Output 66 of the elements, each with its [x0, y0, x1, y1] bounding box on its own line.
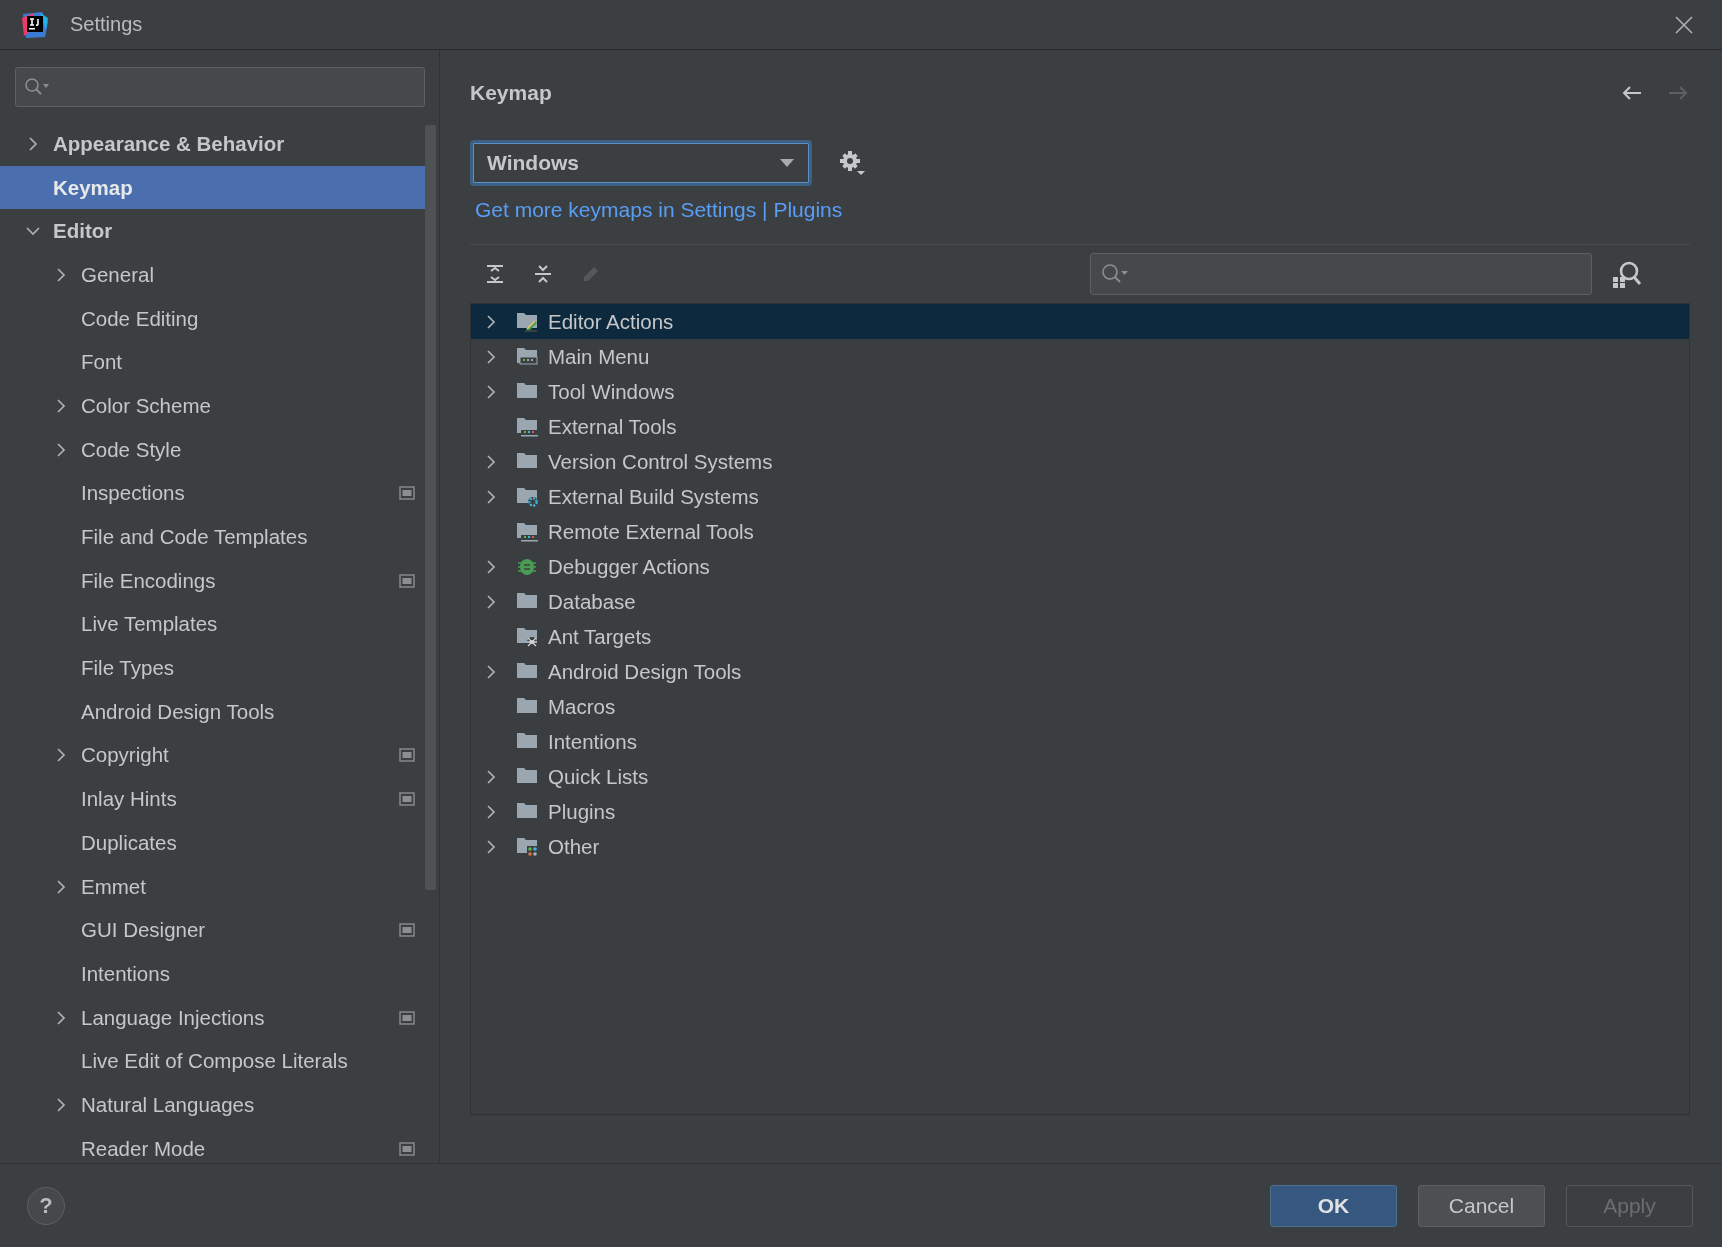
- close-icon[interactable]: [1674, 14, 1694, 35]
- keymap-dropdown[interactable]: Windows: [470, 140, 812, 186]
- dropdown-caret-icon: [779, 158, 795, 168]
- sidebar-item[interactable]: GUI Designer: [0, 908, 425, 953]
- sidebar-item[interactable]: Color Scheme: [0, 384, 425, 428]
- folder-toolbar-icon: [516, 520, 539, 543]
- sidebar-item[interactable]: Code Editing: [0, 296, 425, 341]
- tree-item[interactable]: Database: [471, 584, 1689, 619]
- tree-item[interactable]: Plugins: [471, 794, 1689, 829]
- tree-item[interactable]: External Build Systems: [471, 479, 1689, 514]
- sidebar-item[interactable]: Android Design Tools: [0, 689, 425, 734]
- dialog-button[interactable]: Cancel: [1418, 1184, 1545, 1227]
- folder-spider-icon: [516, 625, 539, 648]
- sidebar-item[interactable]: Inspections: [0, 471, 425, 516]
- tree-item[interactable]: External Tools: [471, 409, 1689, 444]
- sidebar-item[interactable]: Natural Languages: [0, 1083, 425, 1127]
- tree-item[interactable]: Main Menu: [471, 339, 1689, 374]
- collapse-all-icon[interactable]: [532, 263, 554, 285]
- sidebar-item[interactable]: Appearance & Behavior: [0, 122, 425, 166]
- scrollbar[interactable]: [425, 125, 436, 890]
- sidebar-item[interactable]: File Types: [0, 646, 425, 690]
- window-title: Settings: [70, 13, 143, 36]
- sidebar-item[interactable]: Code Style: [0, 427, 425, 472]
- sidebar-item[interactable]: Duplicates: [0, 821, 425, 865]
- page-title: Keymap: [470, 81, 552, 105]
- tree-item[interactable]: Tool Windows: [471, 374, 1689, 409]
- tree-item[interactable]: Other: [471, 829, 1689, 864]
- sidebar-item[interactable]: Live Templates: [0, 602, 425, 647]
- sidebar-item[interactable]: Editor: [0, 209, 425, 254]
- tree-item[interactable]: Android Design Tools: [471, 654, 1689, 689]
- folder-gear-icon: [516, 485, 539, 508]
- search-icon: [24, 77, 50, 97]
- ok-button[interactable]: OK: [1270, 1184, 1397, 1227]
- sidebar-item[interactable]: Font: [0, 340, 425, 385]
- sidebar-item[interactable]: General: [0, 253, 425, 297]
- sidebar-item[interactable]: File Encodings: [0, 558, 425, 603]
- settings-icon[interactable]: [838, 149, 866, 177]
- expand-all-icon[interactable]: [484, 263, 506, 285]
- folder-dots-icon: [516, 835, 539, 858]
- sidebar-item[interactable]: Intentions: [0, 952, 425, 996]
- sidebar-item[interactable]: Language Injections: [0, 995, 425, 1040]
- help-button[interactable]: ?: [27, 1186, 65, 1225]
- sidebar-item[interactable]: Inlay Hints: [0, 777, 425, 821]
- app-logo-icon: [20, 9, 50, 40]
- folder-toolbar-icon: [516, 415, 539, 438]
- sidebar-item[interactable]: Emmet: [0, 864, 425, 909]
- sidebar-item[interactable]: File and Code Templates: [0, 515, 425, 559]
- sidebar-item[interactable]: Live Edit of Compose Literals: [0, 1039, 425, 1084]
- tree-item[interactable]: Quick Lists: [471, 759, 1689, 794]
- sidebar-item[interactable]: Reader Mode: [0, 1126, 425, 1163]
- search-field[interactable]: [1090, 253, 1592, 295]
- sidebar-item[interactable]: Copyright: [0, 733, 425, 778]
- folder-menu-icon: [516, 345, 539, 368]
- tree-item[interactable]: Version Control Systems: [471, 444, 1689, 479]
- find-by-shortcut-icon[interactable]: [1612, 260, 1642, 288]
- tree-item[interactable]: Remote External Tools: [471, 514, 1689, 549]
- plugins-link[interactable]: Get more keymaps in Settings | Plugins: [475, 198, 843, 222]
- search-field[interactable]: [15, 67, 425, 107]
- tree-item[interactable]: Debugger Actions: [471, 549, 1689, 584]
- search-icon: [1101, 263, 1129, 285]
- tree-item[interactable]: Editor Actions: [471, 304, 1689, 339]
- folder-pencil-icon: [516, 310, 539, 333]
- tree-item[interactable]: Intentions: [471, 724, 1689, 759]
- tree-item[interactable]: Macros: [471, 689, 1689, 724]
- tree-item[interactable]: Ant Targets: [471, 619, 1689, 654]
- sidebar-item[interactable]: Keymap: [0, 165, 425, 210]
